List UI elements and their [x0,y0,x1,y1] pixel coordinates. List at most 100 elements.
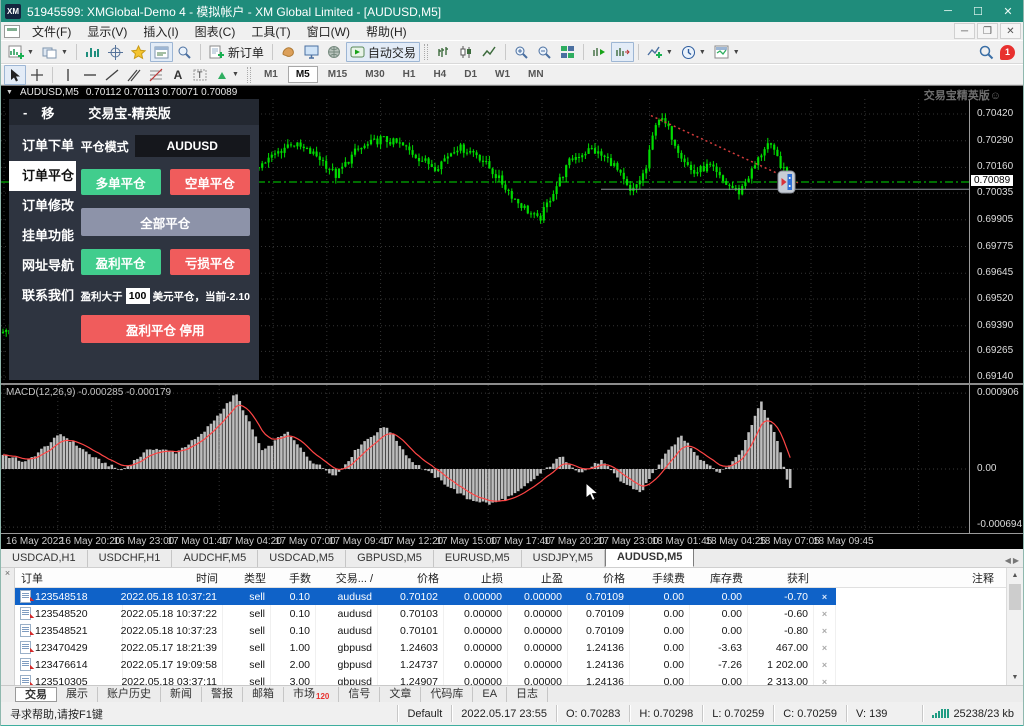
maximize-button[interactable]: ☐ [963,0,993,22]
channel-button[interactable] [123,65,145,85]
news-button[interactable] [323,42,346,62]
timeframe-H1[interactable]: H1 [395,66,424,83]
panel-menu-订单下单[interactable]: 订单下单 [9,131,76,161]
timeframe-M15[interactable]: M15 [320,66,355,83]
order-row[interactable]: 1235485202022.05.18 10:37:22sell0.10audu… [15,605,1006,622]
menu-插入(I)[interactable]: 插入(I) [135,24,186,40]
close-position-icon[interactable]: × [814,639,836,656]
chart-tab-EURUSD,M5[interactable]: EURUSD,M5 [434,550,522,567]
templates-button[interactable]: ▼ [710,42,744,62]
column-header-交易...[interactable]: 交易... / [316,570,378,586]
terminal-tab-邮箱[interactable]: 邮箱 [243,687,284,702]
terminal-close-icon[interactable]: × [5,568,10,578]
terminal-tab-文章[interactable]: 文章 [380,687,421,702]
new-order-button[interactable]: 新订单 [205,42,268,62]
column-header-类型[interactable]: 类型 [223,570,271,586]
horizontal-line-button[interactable] [79,65,101,85]
column-header-库存费[interactable]: 库存费 [690,570,748,586]
vertical-line-button[interactable] [57,65,79,85]
order-row[interactable]: 1235103052022.05.18 03:37:11sell3.00gbpu… [15,673,1006,685]
zoom-out-button[interactable] [533,42,556,62]
scroll-up-icon[interactable]: ▲ [1007,568,1023,583]
tab-scroll-right-icon[interactable]: ▶ [1013,556,1019,565]
panel-menu-挂单功能[interactable]: 挂单功能 [9,221,76,251]
status-profile[interactable]: Default [397,705,451,722]
cursor-button[interactable] [4,65,26,85]
trendline-button[interactable] [101,65,123,85]
chart-tab-GBPUSD,M5[interactable]: GBPUSD,M5 [346,550,434,567]
text-label-button[interactable]: T [189,65,211,85]
panel-menu-网址导航[interactable]: 网址导航 [9,251,76,281]
close-position-icon[interactable]: × [814,656,836,673]
timeframe-M30[interactable]: M30 [357,66,392,83]
close-position-icon[interactable]: × [814,673,836,685]
zoom-in-button[interactable] [510,42,533,62]
profit-close-toggle-button[interactable]: 盈利平仓 停用 [81,315,250,343]
close-all-button[interactable]: 全部平仓 [81,208,250,236]
close-short-button[interactable]: 空单平仓 [170,169,250,195]
autotrading-button[interactable]: 自动交易 [346,42,420,62]
terminal-tab-新闻[interactable]: 新闻 [161,687,202,702]
panel-menu-订单修改[interactable]: 订单修改 [9,191,76,221]
mdi-close-button[interactable]: ✕ [1000,23,1021,39]
timeframe-MN[interactable]: MN [520,66,552,83]
profiles-button[interactable]: ▼ [38,42,72,62]
auto-scroll-button[interactable] [588,42,611,62]
panel-move-button[interactable]: 移 [41,103,54,122]
fibonacci-button[interactable] [145,65,167,85]
crosshair-button[interactable] [26,65,48,85]
menu-帮助(H)[interactable]: 帮助(H) [358,24,415,40]
bar-chart-button[interactable] [432,42,455,62]
close-loss-button[interactable]: 亏损平仓 [170,249,250,275]
order-row[interactable]: 1234766142022.05.17 19:09:58sell2.00gbpu… [15,656,1006,673]
scrollbar-thumb[interactable] [1009,584,1021,610]
chart-window-icon[interactable] [4,25,20,38]
column-header-止损[interactable]: 止损 [444,570,508,586]
arrows-button[interactable]: ▼ [211,65,243,85]
periods-button[interactable]: ▼ [677,42,710,62]
line-chart-button[interactable] [478,42,501,62]
terminal-tab-EA[interactable]: EA [473,687,507,702]
timeframe-D1[interactable]: D1 [456,66,485,83]
triangle-down-icon[interactable]: ▼ [6,89,13,96]
terminal-tab-展示[interactable]: 展示 [57,687,98,702]
column-header-订单[interactable]: 订单 [15,570,123,586]
column-header-价格[interactable]: 价格 [378,570,444,586]
column-header-注释[interactable]: 注释 [836,570,1006,586]
market-watch-button[interactable] [81,42,104,62]
metaquotes-button[interactable] [277,42,300,62]
timeframe-H4[interactable]: H4 [425,66,454,83]
navigator-button[interactable] [127,42,150,62]
text-button[interactable]: A [167,65,189,85]
timeframe-M5[interactable]: M5 [288,66,318,83]
chart-tab-USDCHF,H1[interactable]: USDCHF,H1 [88,550,173,567]
chart-tab-USDCAD,M5[interactable]: USDCAD,M5 [258,550,346,567]
menu-文件(F)[interactable]: 文件(F) [24,24,79,40]
notification-badge[interactable]: 1 [1000,45,1015,60]
minimize-button[interactable]: ─ [933,0,963,22]
terminal-tab-日志[interactable]: 日志 [507,687,548,702]
column-header-止盈[interactable]: 止盈 [508,570,568,586]
panel-menu-联系我们[interactable]: 联系我们 [9,281,76,311]
chart-tab-USDCAD,H1[interactable]: USDCAD,H1 [1,550,88,567]
terminal-tab-交易[interactable]: 交易 [15,687,57,702]
order-row[interactable]: 1235485212022.05.18 10:37:23sell0.10audu… [15,622,1006,639]
column-header-获利[interactable]: 获利 [748,570,814,586]
menu-图表(C)[interactable]: 图表(C) [187,24,244,40]
order-row[interactable]: 1234704292022.05.17 18:21:39sell1.00gbpu… [15,639,1006,656]
timeframe-W1[interactable]: W1 [487,66,518,83]
chart-area[interactable]: ▼ AUDUSD,M5 0.70112 0.70113 0.70071 0.70… [1,85,1023,549]
mdi-minimize-button[interactable]: ─ [954,23,975,39]
symbol-select[interactable]: AUDUSD [135,135,250,157]
tile-windows-button[interactable] [556,42,579,62]
column-header-价格[interactable]: 价格 [568,570,630,586]
terminal-tab-警报[interactable]: 警报 [202,687,243,702]
close-button[interactable]: ✕ [993,0,1023,22]
menu-窗口(W)[interactable]: 窗口(W) [299,24,358,40]
terminal-button[interactable] [150,42,173,62]
profit-threshold-input[interactable]: 100 [126,288,150,304]
indicators-button[interactable]: ▼ [643,42,677,62]
strategy-tester-button[interactable] [173,42,196,62]
terminal-tab-市场[interactable]: 市场120 [284,687,339,702]
column-header-手续费[interactable]: 手续费 [630,570,690,586]
